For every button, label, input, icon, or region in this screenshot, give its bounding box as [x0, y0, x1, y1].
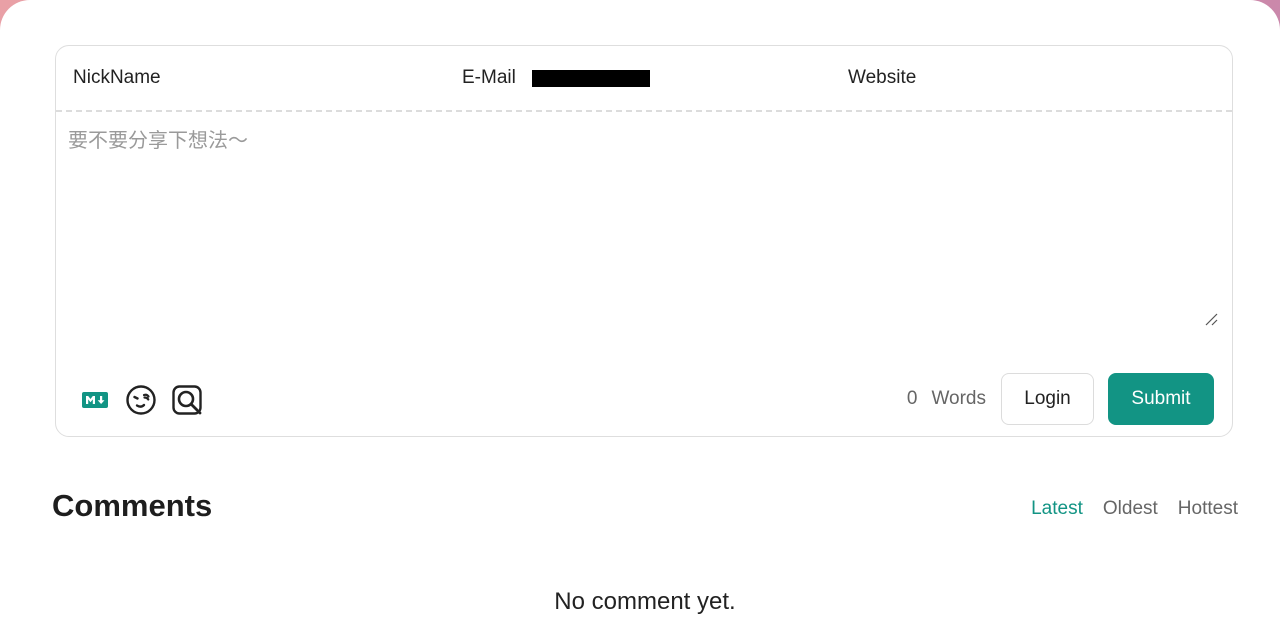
email-field[interactable]: E-Mail — [462, 46, 650, 110]
comment-textarea-wrap — [56, 112, 1232, 332]
comment-sort-tabs: Latest Oldest Hottest — [1011, 498, 1238, 520]
emoji-icon[interactable] — [124, 383, 158, 417]
nickname-field[interactable]: NickName — [73, 46, 161, 110]
preview-icon[interactable] — [170, 383, 204, 417]
comment-card: NickName E-Mail Website 要不要分享下想法～ 0 Word… — [0, 0, 1280, 642]
word-count-label: Words — [931, 388, 986, 409]
comments-heading: Comments — [52, 488, 213, 523]
website-label: Website — [848, 67, 917, 88]
meta-fields-row: NickName E-Mail Website — [56, 46, 1232, 112]
comment-textarea[interactable] — [68, 124, 1220, 324]
website-field[interactable]: Website — [848, 46, 916, 110]
email-label: E-Mail — [462, 67, 516, 88]
word-count-number: 0 — [906, 388, 918, 409]
login-button[interactable]: Login — [1001, 373, 1094, 425]
word-counter: 0 Words — [907, 386, 986, 412]
markdown-icon[interactable] — [78, 383, 112, 417]
sort-oldest-tab[interactable]: Oldest — [1103, 498, 1158, 520]
comment-form: NickName E-Mail Website 要不要分享下想法～ 0 Word… — [55, 45, 1233, 437]
editor-toolbar — [78, 380, 216, 420]
email-redaction — [531, 69, 650, 87]
nickname-label: NickName — [73, 67, 161, 88]
submit-button[interactable]: Submit — [1108, 373, 1214, 425]
resize-handle-icon[interactable] — [1204, 312, 1218, 326]
empty-comments-message: No comment yet. — [554, 588, 736, 615]
sort-latest-tab[interactable]: Latest — [1031, 498, 1083, 520]
sort-hottest-tab[interactable]: Hottest — [1178, 498, 1238, 520]
